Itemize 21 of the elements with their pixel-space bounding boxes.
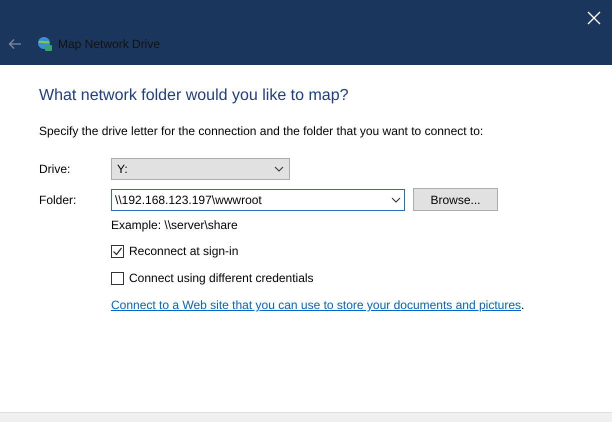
checkbox-option[interactable]: Connect using different credentials — [111, 269, 314, 287]
checkbox[interactable] — [111, 272, 124, 284]
back-icon[interactable] — [8, 38, 22, 50]
drive-dropdown[interactable]: Y: — [111, 158, 290, 180]
period-text: . — [521, 298, 524, 312]
web-site-link[interactable]: Connect to a Web site that you can use to store your documents and pictures — [111, 298, 522, 312]
dialog-heading: What network folder would you like to map? — [39, 86, 350, 106]
drive-label: Drive: — [39, 161, 72, 178]
window-title: Map Network Drive — [58, 36, 160, 53]
checkbox-option[interactable]: Reconnect at sign-in — [111, 242, 238, 260]
folder-combo-field[interactable]: \\192.168.123.197\wwwroot — [111, 188, 405, 210]
checkbox[interactable] — [111, 244, 124, 258]
checkmark-icon — [112, 246, 123, 256]
example-text: Example: \\server\share — [111, 217, 239, 233]
chevron-icon — [391, 196, 401, 202]
folder-label: Folder: — [39, 192, 78, 208]
chevron-icon — [274, 166, 284, 172]
network-drive-icon — [37, 36, 53, 52]
close-icon[interactable] — [585, 9, 603, 27]
browse-button[interactable]: Browse... — [413, 188, 498, 211]
instruction-text: Specify the drive letter for the connection and the folder that you want to connect to: — [39, 123, 484, 139]
